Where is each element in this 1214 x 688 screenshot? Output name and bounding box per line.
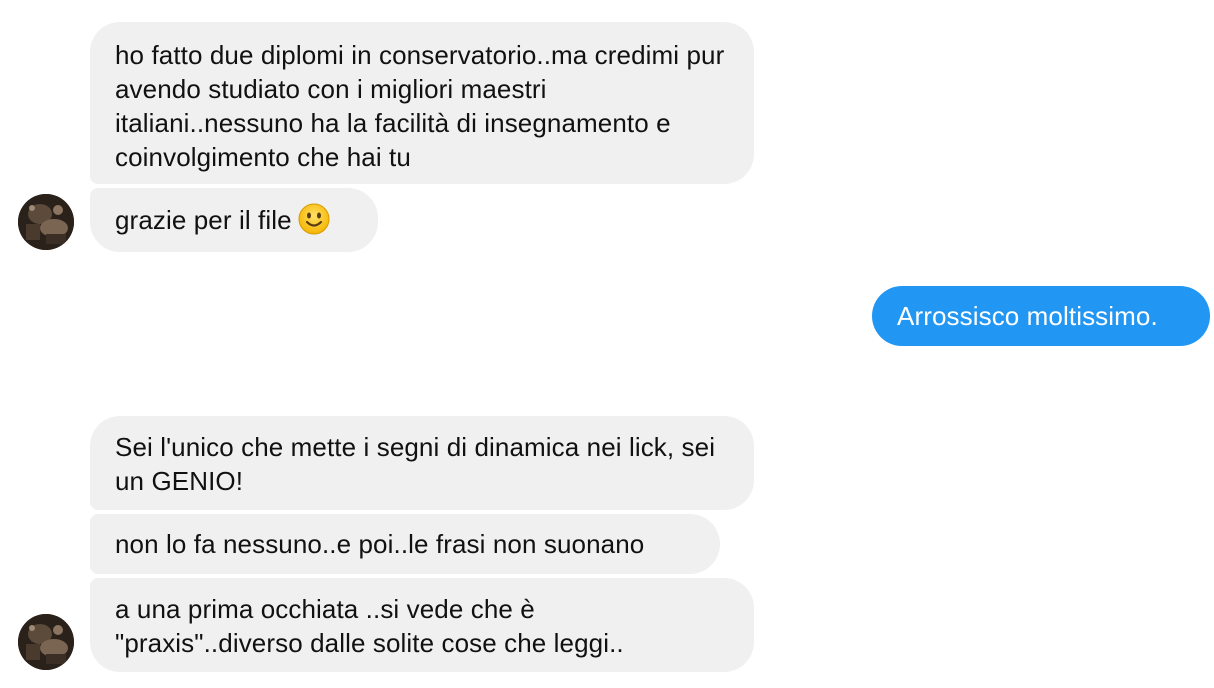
message-text: Sei l'unico che mette i segni di dinamic… (115, 432, 716, 496)
message-bubble-incoming[interactable]: Sei l'unico che mette i segni di dinamic… (90, 416, 754, 510)
message-bubble-incoming[interactable]: non lo fa nessuno..e poi..le frasi non s… (90, 514, 720, 574)
message-bubble-outgoing[interactable]: Arrossisco moltissimo. (872, 286, 1210, 346)
message-bubble-incoming[interactable]: a una prima occhiata ..si vede che è "pr… (90, 578, 754, 672)
message-bubble-incoming[interactable]: grazie per il file (90, 188, 378, 252)
contact-avatar[interactable] (18, 194, 74, 250)
message-text: non lo fa nessuno..e poi..le frasi non s… (115, 529, 645, 559)
message-text: grazie per il file (115, 205, 292, 235)
message-text: a una prima occhiata ..si vede che è "pr… (115, 594, 624, 658)
message-text: Arrossisco moltissimo. (897, 301, 1158, 331)
slightly-smiling-face-icon (298, 203, 330, 243)
message-bubble-incoming[interactable]: ho fatto due diplomi in conservatorio..m… (90, 22, 754, 184)
contact-avatar[interactable] (18, 614, 74, 670)
message-text: ho fatto due diplomi in conservatorio..m… (115, 40, 725, 172)
